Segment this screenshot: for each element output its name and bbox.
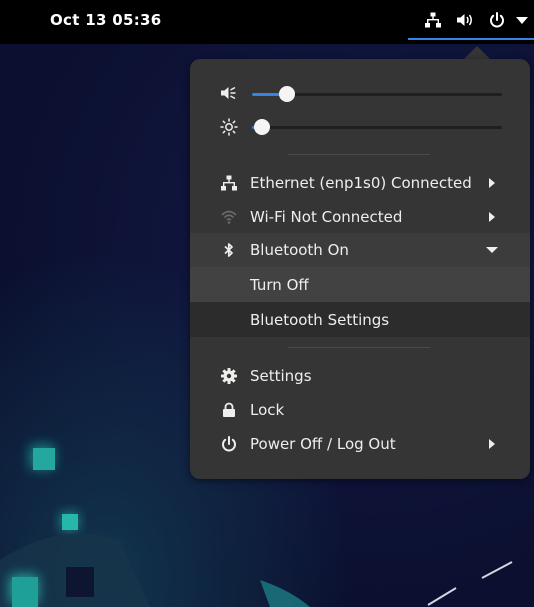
gear-icon <box>221 368 237 384</box>
bluetooth-submenu: Turn Off Bluetooth Settings <box>190 267 530 337</box>
brightness-slider[interactable] <box>252 119 502 135</box>
wifi-icon <box>221 210 237 224</box>
network-wired-icon <box>221 175 237 191</box>
menu-item-label: Turn Off <box>250 276 309 294</box>
popover-arrow <box>463 46 491 60</box>
menu-item-wifi[interactable]: Wi-Fi Not Connected <box>190 200 530 234</box>
chevron-right-icon <box>489 439 495 449</box>
volume-icon <box>457 14 472 26</box>
separator <box>288 154 430 155</box>
menu-item-label: Bluetooth Settings <box>250 311 390 329</box>
menu-item-label: Ethernet (enp1s0) Connected <box>250 174 472 192</box>
menu-item-settings[interactable]: Settings <box>190 359 530 393</box>
volume-slider-handle[interactable] <box>279 86 295 102</box>
top-bar: Oct 13 05:36 <box>0 0 534 44</box>
volume-slider[interactable] <box>252 86 502 102</box>
menu-item-label: Power Off / Log Out <box>250 435 396 453</box>
menu-item-lock[interactable]: Lock <box>190 393 530 427</box>
menu-item-label: Wi-Fi Not Connected <box>250 208 403 226</box>
menu-item-label: Lock <box>250 401 285 419</box>
lock-icon <box>223 402 235 417</box>
system-menu: Ethernet (enp1s0) Connected Wi-Fi Not Co… <box>190 59 530 479</box>
bluetooth-settings-item[interactable]: Bluetooth Settings <box>190 302 530 337</box>
brightness-slider-handle[interactable] <box>254 119 270 135</box>
volume-low-icon <box>221 86 236 100</box>
network-wired-icon <box>425 12 441 28</box>
menu-item-label: Bluetooth On <box>250 241 349 259</box>
separator <box>288 347 430 348</box>
chevron-down-icon <box>486 247 498 253</box>
bluetooth-icon <box>224 243 233 257</box>
brightness-slider-row <box>220 115 502 139</box>
menu-item-label: Settings <box>250 367 312 385</box>
brightness-icon <box>220 118 238 136</box>
menu-item-bluetooth[interactable]: Bluetooth On <box>190 233 530 267</box>
chevron-right-icon <box>489 178 495 188</box>
menu-item-ethernet[interactable]: Ethernet (enp1s0) Connected <box>190 166 530 200</box>
system-status-area[interactable] <box>408 0 534 44</box>
power-icon <box>490 12 504 28</box>
chevron-right-icon <box>489 212 495 222</box>
menu-item-power[interactable]: Power Off / Log Out <box>190 427 530 461</box>
power-icon <box>222 436 236 452</box>
menu-arrow-icon <box>516 17 528 24</box>
clock[interactable]: Oct 13 05:36 <box>50 11 161 29</box>
volume-slider-row <box>220 82 502 106</box>
bluetooth-turn-off-item[interactable]: Turn Off <box>190 267 530 302</box>
